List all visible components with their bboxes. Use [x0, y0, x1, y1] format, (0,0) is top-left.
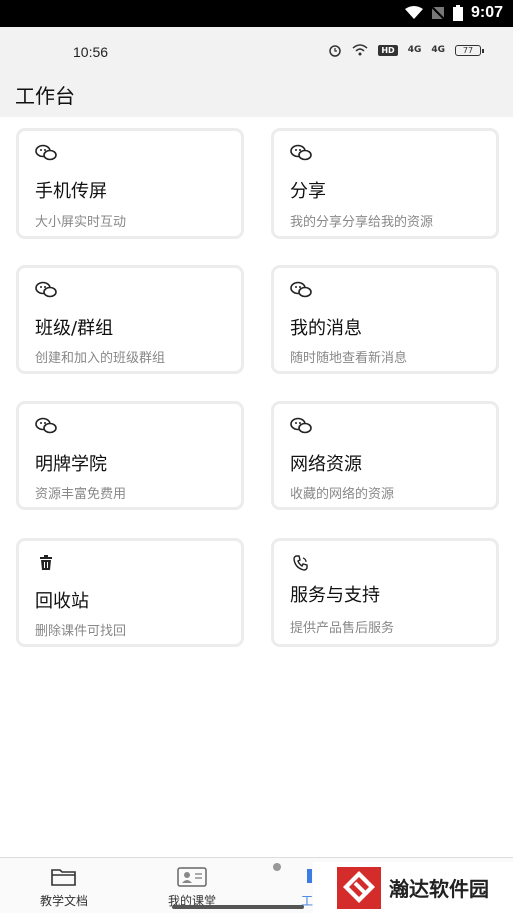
card-title: 我的消息 — [290, 318, 362, 339]
card-title: 网络资源 — [290, 454, 362, 475]
card-web-resources[interactable]: 网络资源 收藏的网络的资源 — [274, 404, 496, 507]
card-subtitle: 删除课件可找回 — [35, 624, 127, 639]
no-signal-icon — [431, 6, 445, 20]
page-indicator-dot — [273, 863, 281, 871]
battery-icon — [452, 5, 463, 21]
system-status-bar: 9:07 — [0, 0, 513, 27]
card-title: 班级/群组 — [35, 318, 114, 339]
card-subtitle: 收藏的网络的资源 — [290, 487, 395, 502]
wechat-icon — [35, 281, 57, 299]
watermark-text: 瀚达软件园 — [389, 877, 489, 901]
card-title: 手机传屏 — [35, 181, 107, 202]
card-subtitle: 创建和加入的班级群组 — [35, 351, 166, 366]
nav-teaching-docs[interactable]: 教学文档 — [34, 866, 94, 909]
card-title: 服务与支持 — [290, 585, 380, 606]
card-my-messages[interactable]: 我的消息 随时随地查看新消息 — [274, 268, 496, 371]
phone-icon — [290, 554, 312, 572]
system-time: 9:07 — [470, 4, 503, 21]
card-service-support[interactable]: 服务与支持 提供产品售后服务 — [274, 541, 496, 644]
wifi-status-icon — [352, 44, 368, 56]
card-subtitle: 提供产品售后服务 — [290, 621, 395, 636]
id-card-icon — [162, 866, 222, 888]
battery-level: 77 — [455, 44, 484, 56]
card-subtitle: 资源丰富免费用 — [35, 487, 127, 502]
status-time: 10:56 — [73, 44, 109, 60]
card-subtitle: 我的分享分享给我的资源 — [290, 215, 434, 230]
wechat-icon — [35, 144, 57, 162]
nav-my-classroom[interactable]: 我的课堂 — [162, 866, 222, 909]
watermark: 瀚达软件园 — [313, 862, 513, 913]
status-icons: HD 4G 4G 77 — [328, 43, 484, 57]
card-subtitle: 大小屏实时互动 — [35, 215, 127, 230]
system-status-icons: 9:07 — [404, 4, 503, 22]
card-recycle-bin[interactable]: 回收站 删除课件可找回 — [19, 541, 241, 644]
wechat-icon — [290, 417, 312, 435]
page-title: 工作台 — [15, 84, 75, 108]
home-indicator — [172, 905, 304, 909]
card-class-group[interactable]: 班级/群组 创建和加入的班级群组 — [19, 268, 241, 371]
nav-label: 教学文档 — [39, 894, 88, 908]
card-screen-cast[interactable]: 手机传屏 大小屏实时互动 — [19, 131, 241, 236]
card-share[interactable]: 分享 我的分享分享给我的资源 — [274, 131, 496, 236]
signal-4g-1: 4G — [407, 45, 422, 55]
signal-4g-2: 4G — [431, 45, 445, 55]
wechat-icon — [290, 144, 312, 162]
card-title: 分享 — [290, 181, 326, 202]
card-subtitle: 随时随地查看新消息 — [290, 351, 408, 366]
wifi-icon — [404, 6, 423, 19]
hd-badge: HD — [378, 44, 398, 56]
watermark-logo — [337, 866, 381, 909]
alarm-icon — [329, 45, 342, 57]
card-title: 明牌学院 — [35, 454, 107, 475]
wechat-icon — [35, 417, 57, 435]
trash-icon — [35, 554, 57, 572]
app-header: 10:56 HD 4G 4G 77 工作台 — [0, 27, 513, 117]
card-mingpai-academy[interactable]: 明牌学院 资源丰富免费用 — [19, 404, 241, 507]
folder-icon — [34, 866, 94, 888]
card-title: 回收站 — [35, 591, 89, 612]
wechat-icon — [290, 281, 312, 299]
